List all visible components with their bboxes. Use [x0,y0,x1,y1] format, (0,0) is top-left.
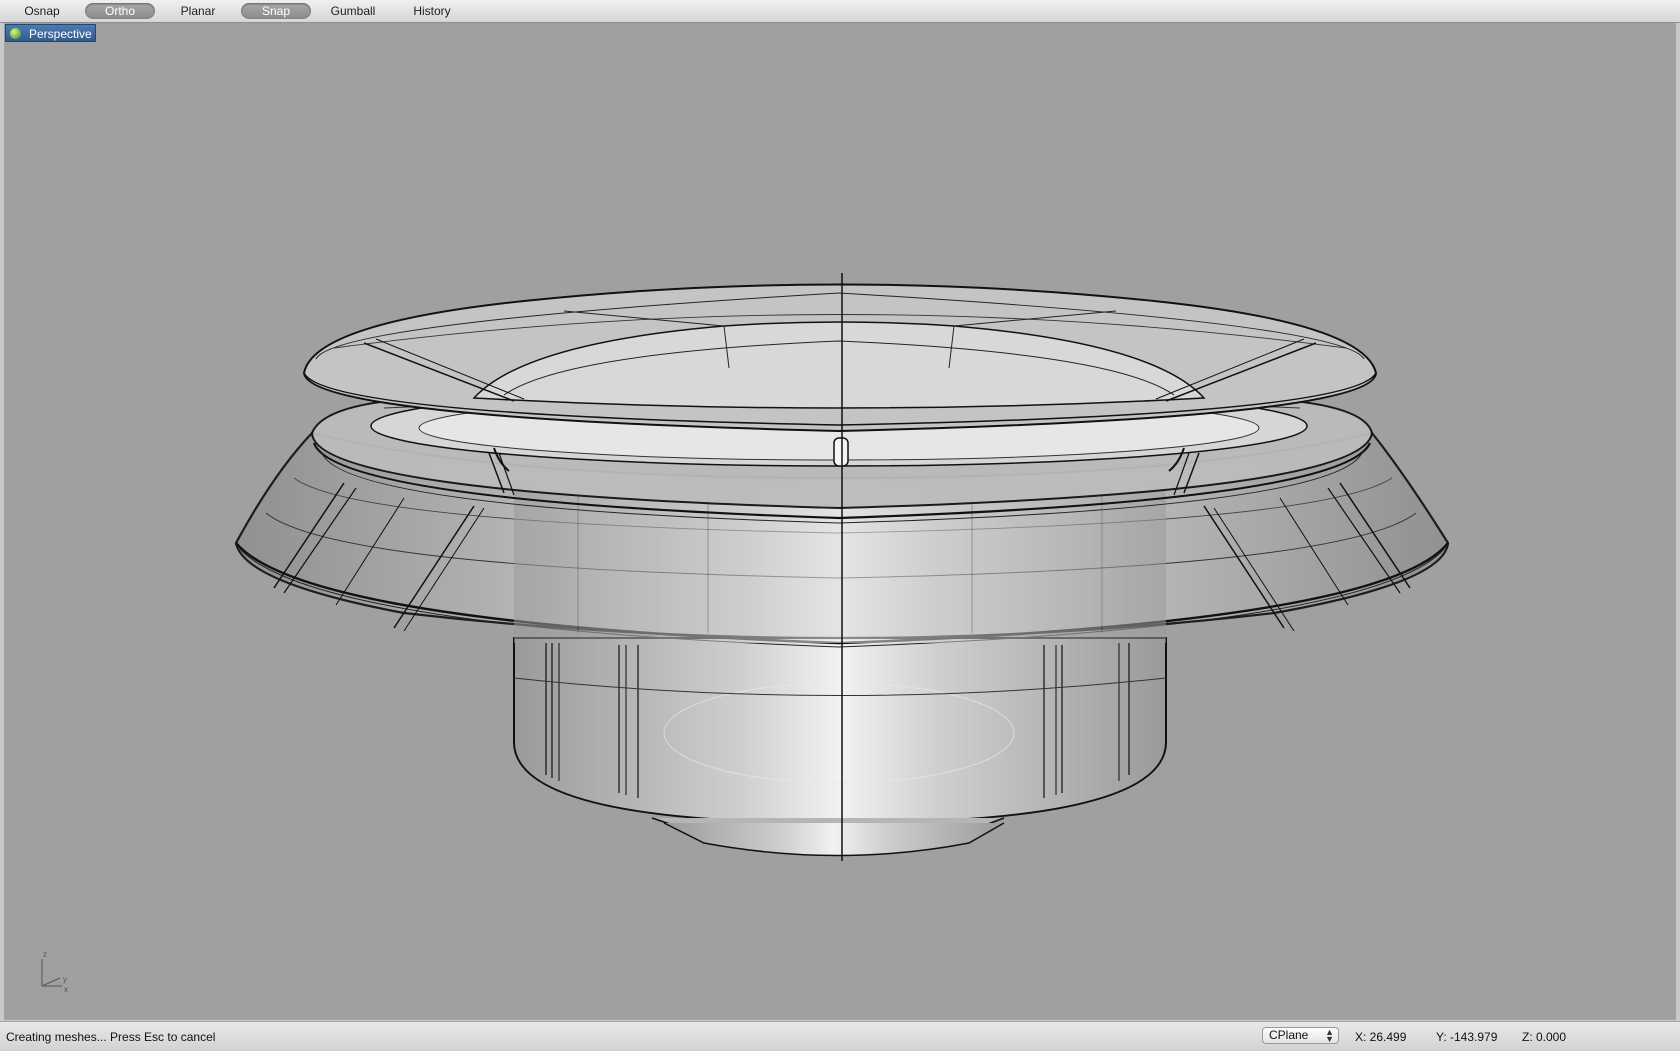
ortho-toggle[interactable]: Ortho [85,3,155,19]
osnap-toggle[interactable]: Osnap [14,3,70,19]
coord-y: Y: -143.979 [1436,1030,1498,1044]
status-bar: Creating meshes... Press Esc to cancel C… [0,1021,1680,1051]
status-message: Creating meshes... Press Esc to cancel [6,1030,216,1044]
snap-toggle[interactable]: Snap [241,3,311,19]
updown-arrows-icon: ▲ ▼ [1325,1027,1334,1044]
perspective-viewport[interactable]: Perspective z x y [4,23,1676,1020]
coord-x: X: 26.499 [1355,1030,1407,1044]
planar-toggle[interactable]: Planar [168,3,228,19]
cplane-select[interactable]: CPlane ▲ ▼ [1262,1027,1339,1044]
status-toolbar: Osnap Ortho Planar Snap Gumball History [0,0,1680,23]
axis-z-label: z [43,950,47,959]
axis-y-label: y [63,975,67,984]
cplane-value: CPlane [1269,1028,1309,1042]
axis-indicator-icon: z x y [41,950,68,994]
model-render: z x y [41,273,1450,994]
coord-z: Z: 0.000 [1522,1030,1567,1044]
lower-cylinder [513,637,1167,857]
gumball-toggle[interactable]: Gumball [320,3,386,19]
history-toggle[interactable]: History [400,3,464,19]
axis-x-label: x [64,985,68,994]
